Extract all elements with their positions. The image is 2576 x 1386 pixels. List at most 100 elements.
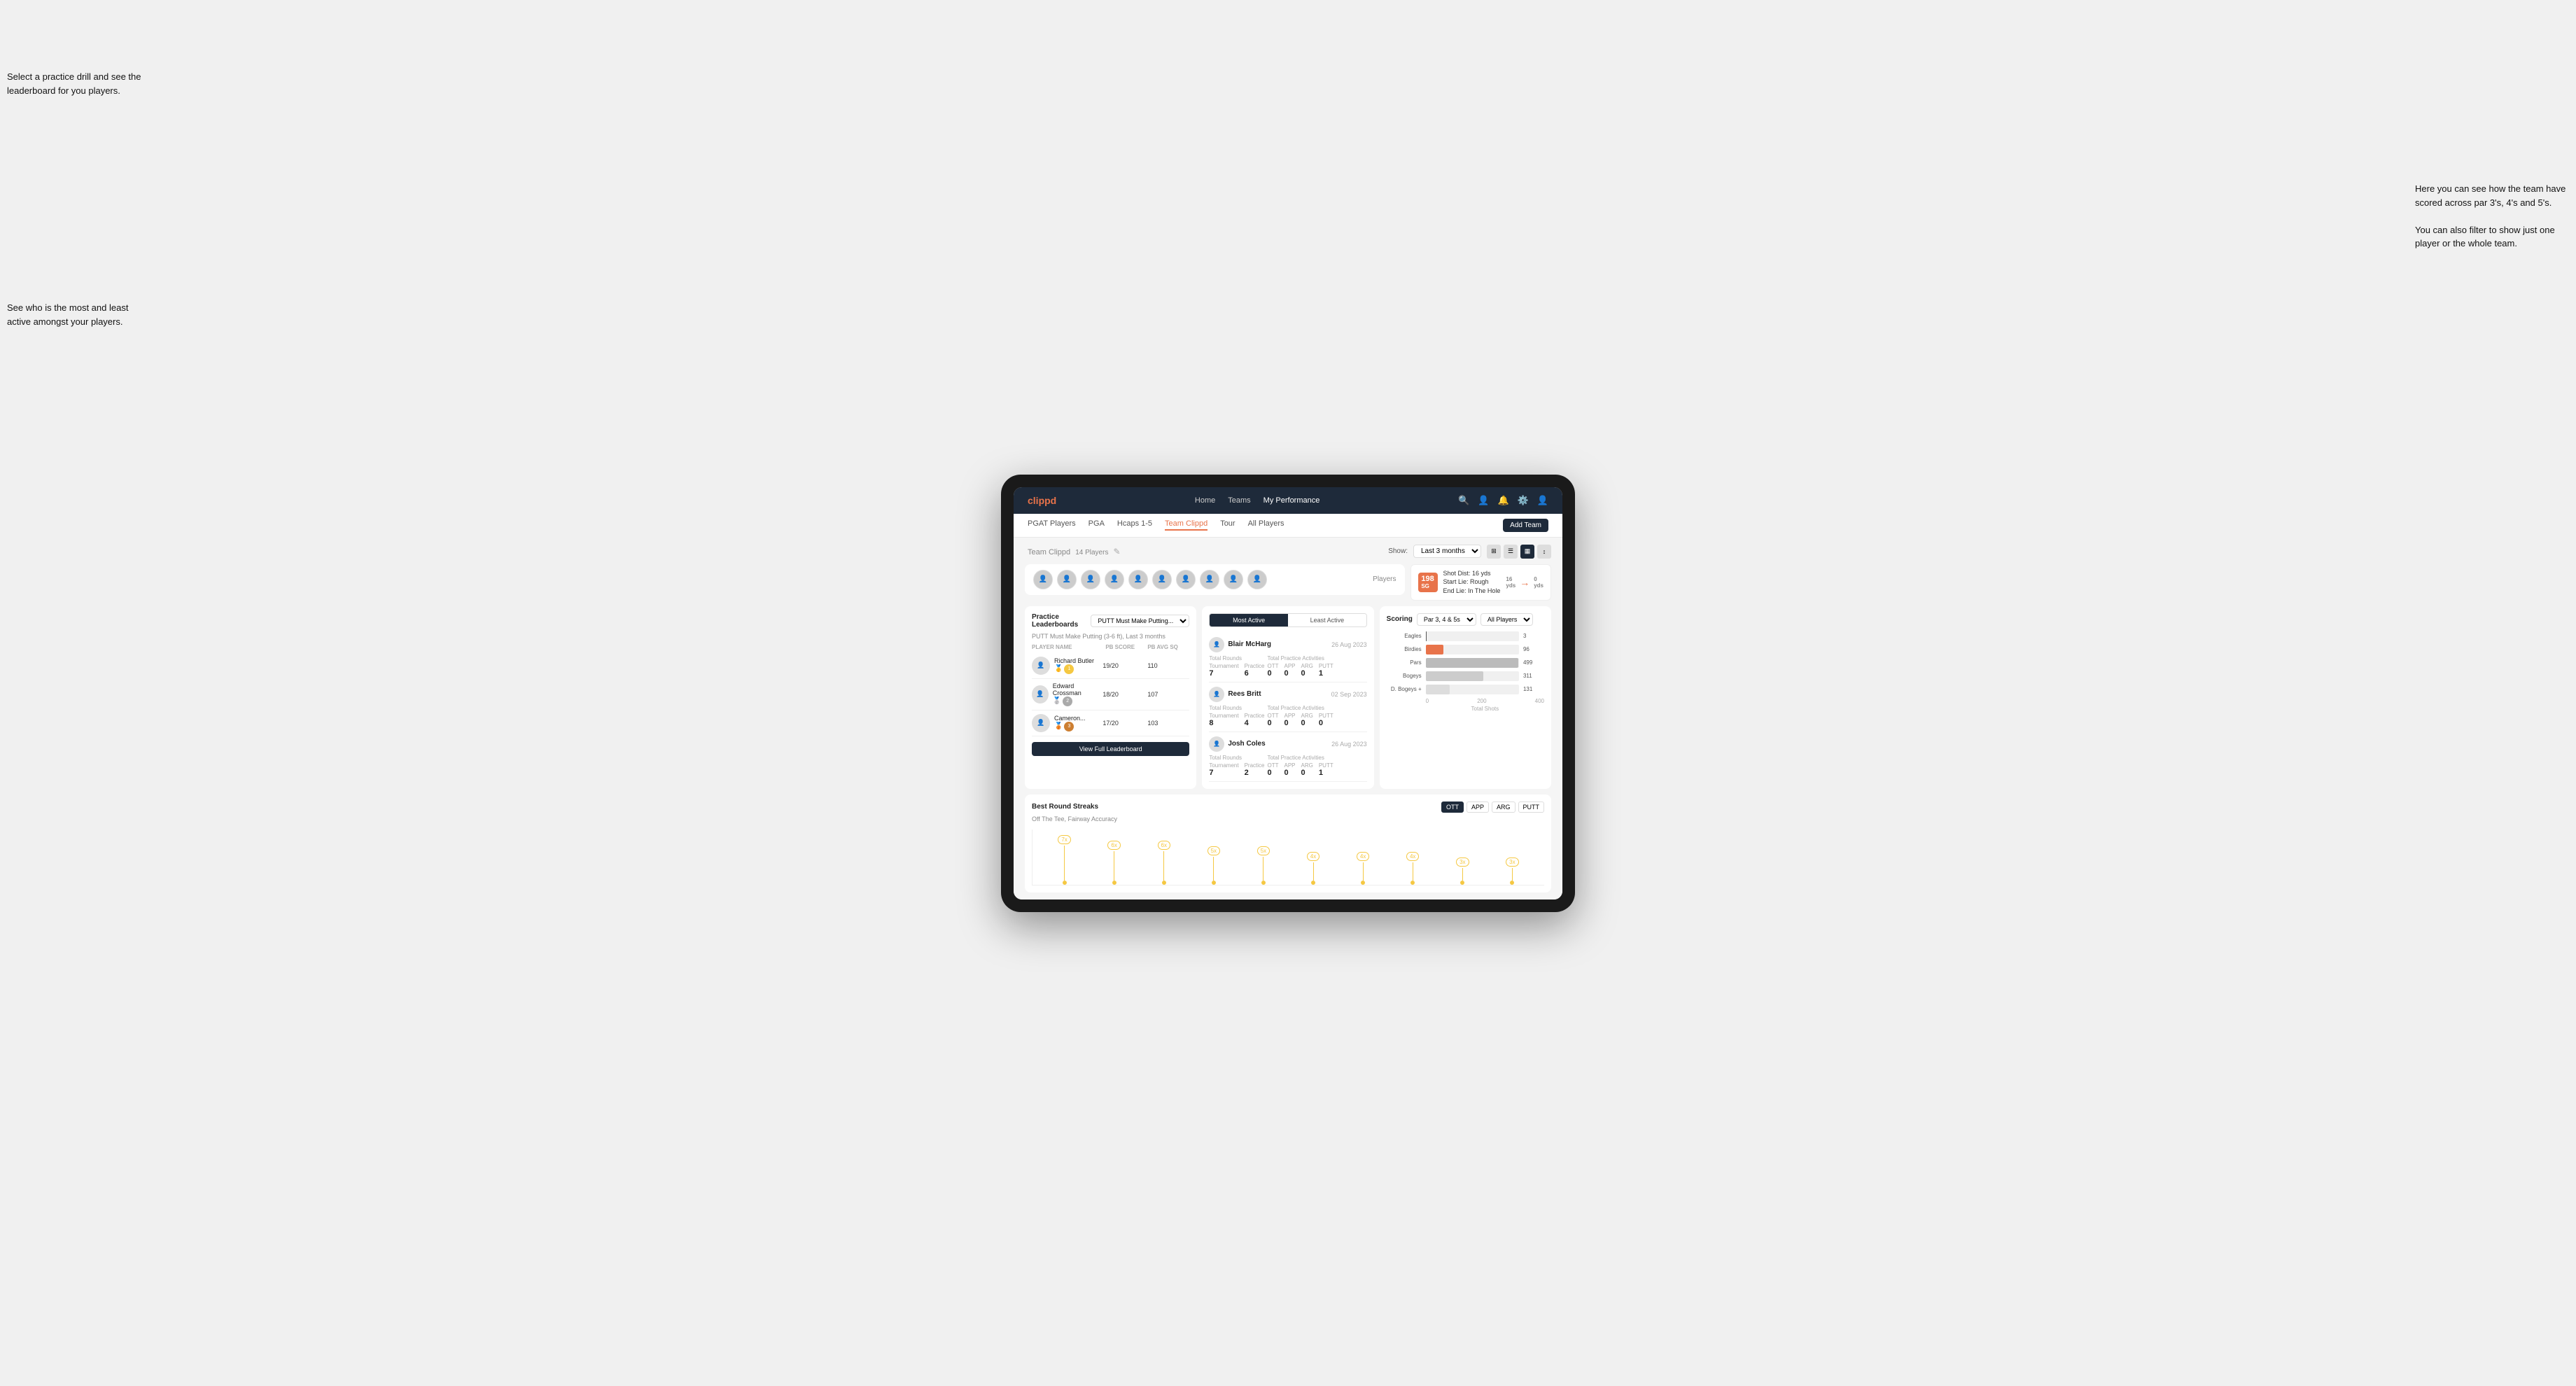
scoring-header: Scoring Par 3, 4 & 5s All Players: [1387, 613, 1544, 626]
edit-icon[interactable]: ✎: [1114, 547, 1121, 556]
subnav-pga[interactable]: PGA: [1088, 519, 1105, 531]
player-avatars: 👤 👤 👤 👤 👤 👤 👤 👤 👤 👤: [1033, 570, 1267, 589]
annotation-bottom-left: See who is the most and least active amo…: [7, 301, 147, 328]
gold-medal-icon: 🥇: [1054, 665, 1063, 673]
bar-row-bogeys: Bogeys 311: [1387, 671, 1544, 681]
user-avatar-icon[interactable]: 👤: [1537, 495, 1548, 506]
players-row: 👤 👤 👤 👤 👤 👤 👤 👤 👤 👤 Players: [1025, 564, 1405, 595]
scoring-par-select[interactable]: Par 3, 4 & 5s: [1417, 613, 1476, 626]
active-section-card: Most Active Least Active 👤 Blair McHarg …: [1202, 606, 1373, 789]
streak-dot-7x-1: 7x: [1058, 835, 1070, 885]
annotation-right: Here you can see how the team have score…: [2415, 182, 2569, 251]
team-title: Team Clippd 14 Players ✎: [1025, 545, 1121, 558]
scoring-bar-chart: Eagles 3 Birdies 96: [1387, 631, 1544, 694]
avatar-7[interactable]: 👤: [1176, 570, 1196, 589]
scoring-players-select[interactable]: All Players: [1480, 613, 1533, 626]
streak-ott-button[interactable]: OTT: [1441, 802, 1464, 813]
chart-x-axis: 0 200 400: [1387, 698, 1544, 704]
streak-dot-5x-1: 5x: [1208, 846, 1220, 885]
settings-icon[interactable]: ⚙️: [1518, 495, 1529, 506]
avatar-2[interactable]: 👤: [1057, 570, 1077, 589]
active-player-card-2: 👤 Rees Britt 02 Sep 2023 Total Rounds To…: [1209, 682, 1366, 732]
active-toggle-tabs: Most Active Least Active: [1209, 613, 1366, 627]
active-avatar-3: 👤: [1209, 736, 1224, 752]
avatar-1[interactable]: 👤: [1033, 570, 1053, 589]
bar-row-dbogeys: D. Bogeys + 131: [1387, 685, 1544, 694]
active-player-card-3: 👤 Josh Coles 26 Aug 2023 Total Rounds To…: [1209, 732, 1366, 782]
nav-links: Home Teams My Performance: [1195, 496, 1320, 505]
search-icon[interactable]: 🔍: [1458, 495, 1469, 506]
streak-dot-4x-2: 4x: [1357, 852, 1369, 885]
bar-row-eagles: Eagles 3: [1387, 631, 1544, 641]
avatar-4[interactable]: 👤: [1105, 570, 1124, 589]
streaks-header: Best Round Streaks OTT APP ARG PUTT: [1032, 802, 1544, 813]
streak-dot-4x-3: 4x: [1406, 852, 1419, 885]
streak-arg-button[interactable]: ARG: [1492, 802, 1516, 813]
most-active-tab[interactable]: Most Active: [1210, 614, 1288, 626]
streak-dots: 7x 6x 6x: [1032, 830, 1544, 885]
bar-row-pars: Pars 499: [1387, 658, 1544, 668]
leaderboard-row: 👤 Cameron... 🥉 3 17/20 103: [1032, 710, 1189, 736]
leaderboard-sub-info: PUTT Must Make Putting (3-6 ft), Last 3 …: [1032, 633, 1189, 640]
subnav-tour[interactable]: Tour: [1220, 519, 1235, 531]
grid-view-icon[interactable]: ⊞: [1487, 545, 1501, 559]
leaderboard-row: 👤 Richard Butler 🥇 1 19/20 110: [1032, 653, 1189, 679]
add-team-button[interactable]: Add Team: [1503, 519, 1548, 532]
team-header-right: Show: Last 3 months Last 6 months Last y…: [1388, 545, 1551, 559]
list-view-icon[interactable]: ☰: [1504, 545, 1518, 559]
bar-row-birdies: Birdies 96: [1387, 645, 1544, 654]
tablet-screen: clippd Home Teams My Performance 🔍 👤 🔔 ⚙…: [1014, 487, 1562, 899]
practice-leaderboards-card: Practice Leaderboards PUTT Must Make Put…: [1025, 606, 1196, 789]
chart-x-label: Total Shots: [1387, 706, 1544, 712]
streaks-card: Best Round Streaks OTT APP ARG PUTT Off …: [1025, 794, 1551, 892]
logo: clippd: [1028, 495, 1056, 506]
least-active-tab[interactable]: Least Active: [1288, 614, 1366, 626]
subnav-all-players[interactable]: All Players: [1248, 519, 1284, 531]
streak-dot-6x-2: 6x: [1158, 841, 1170, 885]
streak-dot-4x-1: 4x: [1307, 852, 1320, 885]
nav-teams[interactable]: Teams: [1228, 496, 1250, 505]
avatar-5[interactable]: 👤: [1128, 570, 1148, 589]
card-view-icon[interactable]: ▦: [1520, 545, 1534, 559]
subnav-pgat[interactable]: PGAT Players: [1028, 519, 1076, 531]
avatar-6[interactable]: 👤: [1152, 570, 1172, 589]
sub-nav-links: PGAT Players PGA Hcaps 1-5 Team Clippd T…: [1028, 519, 1284, 531]
shot-arrow-icon: →: [1520, 577, 1530, 588]
avatar-8[interactable]: 👤: [1200, 570, 1219, 589]
avatar-3[interactable]: 👤: [1081, 570, 1100, 589]
nav-home[interactable]: Home: [1195, 496, 1215, 505]
avatar-9[interactable]: 👤: [1224, 570, 1243, 589]
shot-numbers: 16 yds → 0 yds: [1506, 576, 1544, 589]
leaderboard-drill-select[interactable]: PUTT Must Make Putting...: [1091, 615, 1189, 627]
sort-icon[interactable]: ↕: [1537, 545, 1551, 559]
streak-app-button[interactable]: APP: [1466, 802, 1489, 813]
view-icons: ⊞ ☰ ▦ ↕: [1487, 545, 1551, 559]
streak-chart: 7x 6x 6x: [1032, 830, 1544, 886]
shot-text: Shot Dist: 16 yds Start Lie: Rough End L…: [1443, 569, 1501, 596]
avatar-10[interactable]: 👤: [1247, 570, 1267, 589]
view-full-leaderboard-button[interactable]: View Full Leaderboard: [1032, 742, 1189, 756]
person-icon[interactable]: 👤: [1478, 495, 1489, 506]
main-content: Team Clippd 14 Players ✎ Show: Last 3 mo…: [1014, 538, 1562, 899]
leaderboard-row: 👤 Edward Crossman 🥈 2 18/20 107: [1032, 679, 1189, 710]
leaderboard-header: Practice Leaderboards PUTT Must Make Put…: [1032, 613, 1189, 629]
show-period-select[interactable]: Last 3 months Last 6 months Last year: [1413, 545, 1481, 558]
leaderboard-col-headers: PLAYER NAME PB SCORE PB AVG SQ: [1032, 644, 1189, 650]
tablet-device: clippd Home Teams My Performance 🔍 👤 🔔 ⚙…: [1001, 475, 1575, 912]
bronze-medal-icon: 🥉: [1054, 722, 1063, 730]
nav-my-performance[interactable]: My Performance: [1264, 496, 1320, 505]
streak-dot-3x-1: 3x: [1456, 858, 1469, 885]
streaks-buttons: OTT APP ARG PUTT: [1441, 802, 1544, 813]
bell-icon[interactable]: 🔔: [1497, 495, 1508, 506]
sub-nav: PGAT Players PGA Hcaps 1-5 Team Clippd T…: [1014, 514, 1562, 538]
subnav-hcaps[interactable]: Hcaps 1-5: [1117, 519, 1152, 531]
subnav-team-clippd[interactable]: Team Clippd: [1165, 519, 1208, 531]
lb-avatar-2: 👤: [1032, 685, 1049, 704]
streak-dot-5x-2: 5x: [1257, 846, 1270, 885]
players-label: Players: [1373, 575, 1396, 583]
streaks-subtitle: Off The Tee, Fairway Accuracy: [1032, 816, 1544, 822]
silver-medal-icon: 🥈: [1053, 697, 1061, 705]
shot-badge: 198 SG: [1418, 573, 1438, 592]
streak-dot-3x-2: 3x: [1506, 858, 1518, 885]
streak-putt-button[interactable]: PUTT: [1518, 802, 1545, 813]
